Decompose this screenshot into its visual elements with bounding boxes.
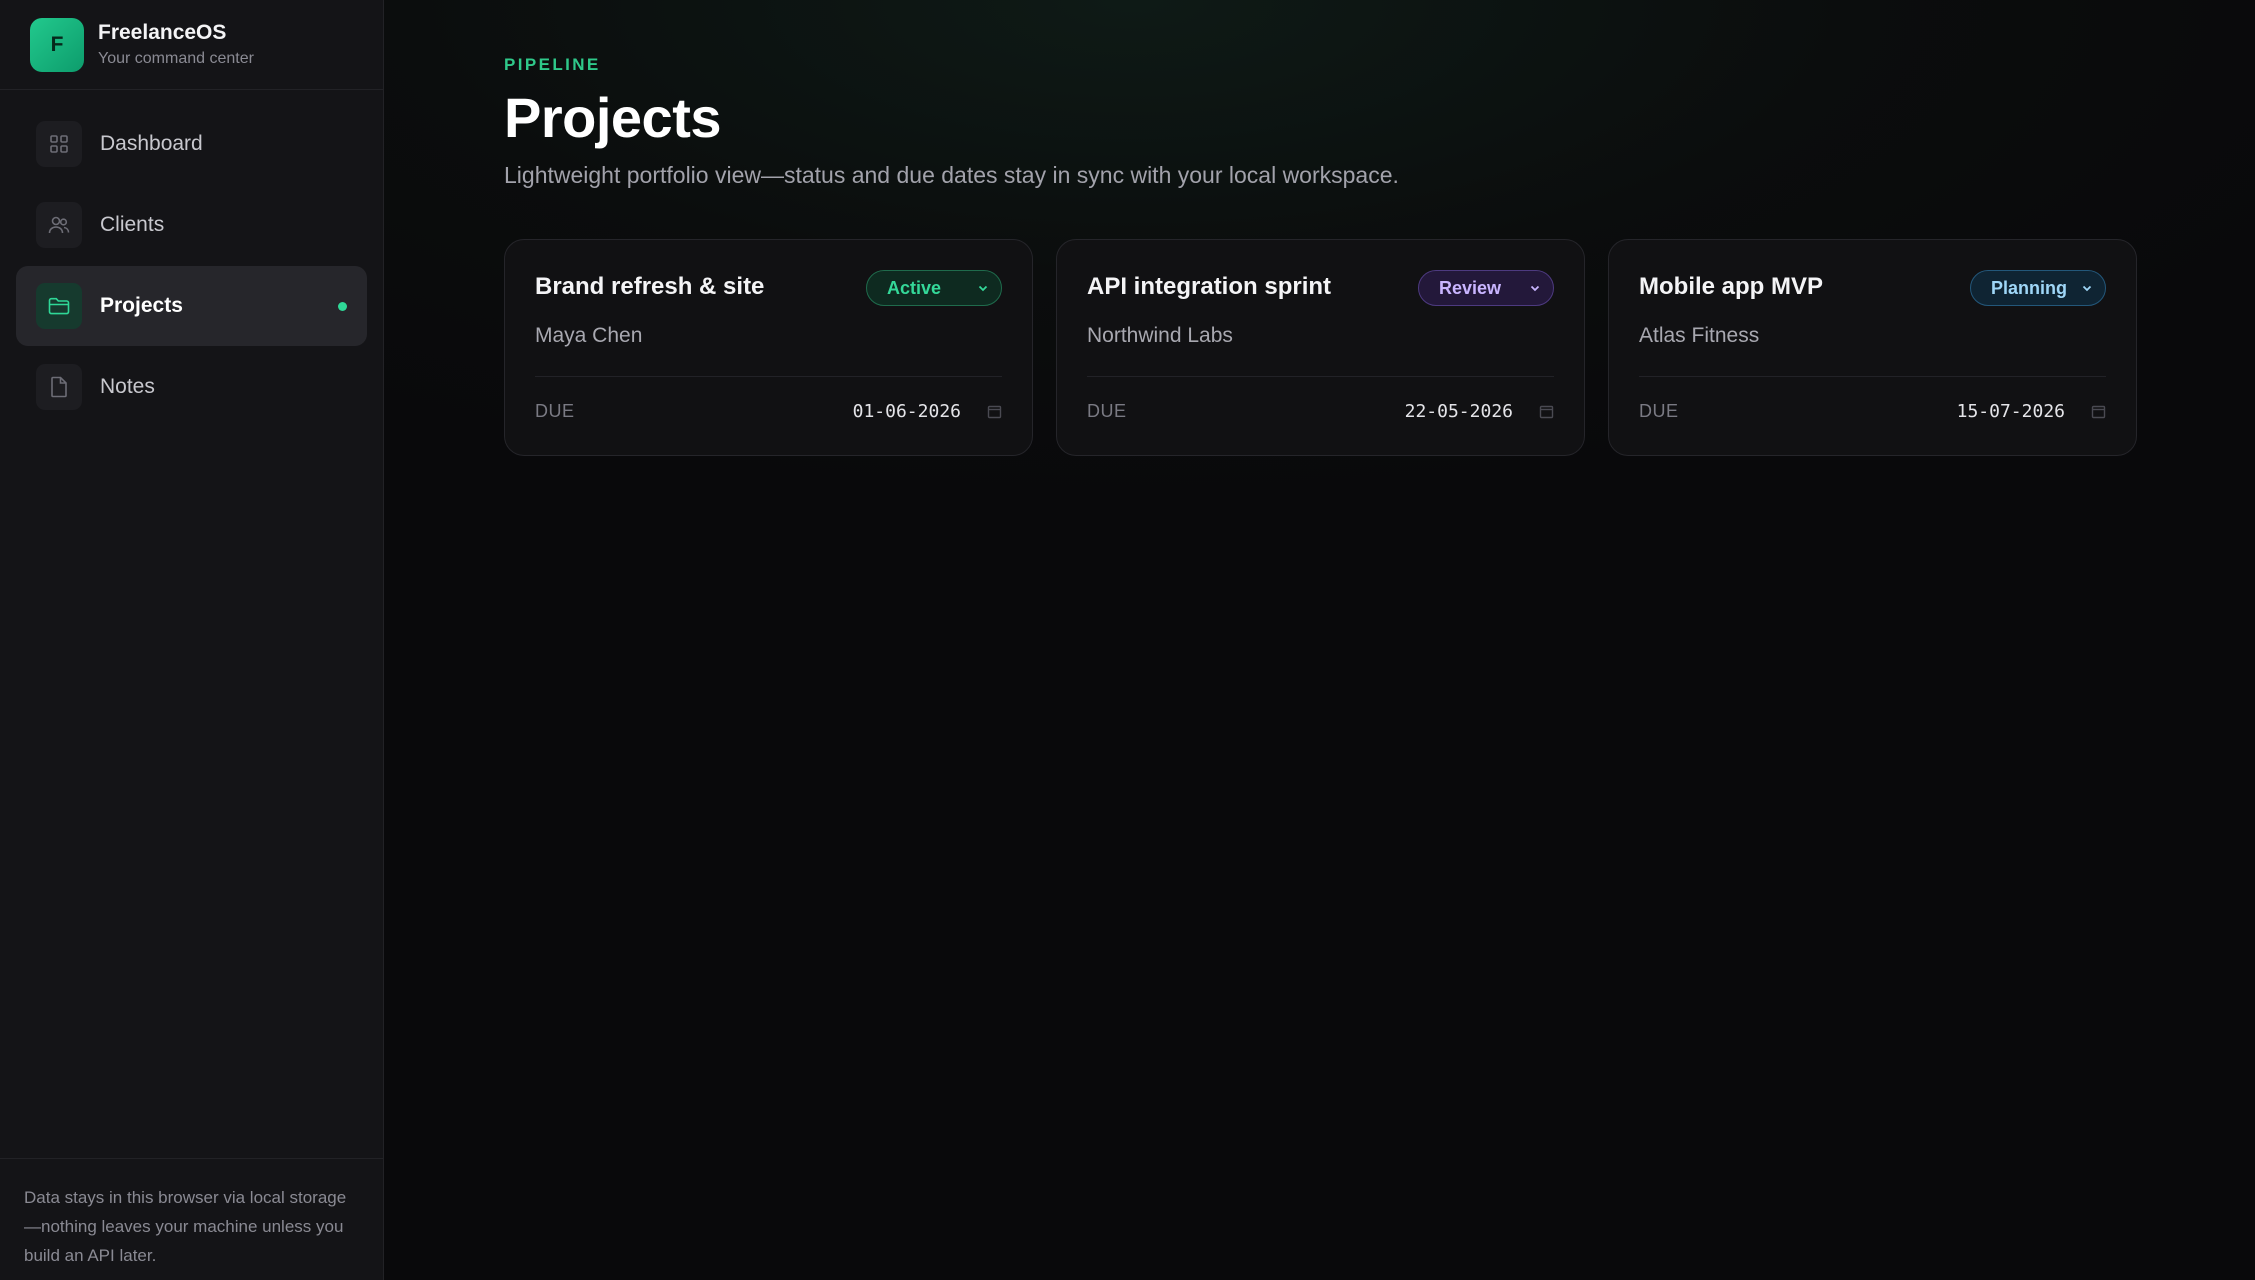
due-row: DUE 15-07-2026	[1639, 401, 2106, 422]
sidebar-item-notes[interactable]: Notes	[16, 347, 367, 427]
brand: F FreelanceOS Your command center	[0, 0, 383, 90]
card-divider	[535, 376, 1002, 377]
chevron-down-icon	[978, 285, 988, 292]
card-divider	[1639, 376, 2106, 377]
card-header: Brand refresh & site Active	[535, 270, 1002, 306]
status-select[interactable]: Review	[1418, 270, 1554, 306]
calendar-icon[interactable]	[2091, 404, 2106, 419]
status-value: Active	[887, 277, 942, 298]
sidebar-item-projects[interactable]: Projects	[16, 266, 367, 346]
brand-name: FreelanceOS	[98, 21, 227, 44]
card-header: API integration sprint Review	[1087, 270, 1554, 306]
sidebar-footer-note: Data stays in this browser via local sto…	[0, 1158, 383, 1280]
page-description: Lightweight portfolio view—status and du…	[504, 162, 1399, 188]
project-client: Atlas Fitness	[1639, 324, 1760, 347]
brand-logo: F	[30, 17, 84, 72]
due-label: DUE	[535, 401, 575, 421]
due-date-value: 22-05-2026	[1404, 401, 1513, 422]
users-icon	[36, 202, 82, 248]
project-cards: Brand refresh & site Active Maya Chen DU…	[504, 239, 2255, 456]
due-date-input[interactable]: 15-07-2026	[1957, 401, 2106, 422]
due-date-value: 01-06-2026	[852, 401, 961, 422]
project-title: Brand refresh & site	[535, 273, 765, 300]
sidebar-nav: Dashboard Clients Projects Notes	[0, 90, 383, 442]
chevron-down-icon	[2082, 285, 2092, 292]
app-root: F FreelanceOS Your command center Dashbo…	[0, 0, 2255, 1280]
card-header: Mobile app MVP Planning	[1639, 270, 2106, 306]
page-eyebrow: PIPELINE	[504, 55, 601, 74]
status-value: Planning	[1991, 277, 2067, 298]
card-divider	[1087, 376, 1554, 377]
calendar-icon[interactable]	[1539, 404, 1554, 419]
project-title: API integration sprint	[1087, 273, 1332, 300]
project-client: Maya Chen	[535, 324, 643, 347]
due-label: DUE	[1087, 401, 1127, 421]
project-card: API integration sprint Review Northwind …	[1056, 239, 1585, 456]
status-select[interactable]: Active	[866, 270, 1002, 306]
project-card: Brand refresh & site Active Maya Chen DU…	[504, 239, 1033, 456]
due-date-input[interactable]: 01-06-2026	[853, 401, 1002, 422]
grid-icon	[36, 121, 82, 167]
sidebar-item-label: Projects	[100, 294, 183, 317]
due-date-input[interactable]: 22-05-2026	[1405, 401, 1554, 422]
project-client: Northwind Labs	[1087, 324, 1233, 347]
page-title: Projects	[504, 86, 722, 149]
project-card: Mobile app MVP Planning Atlas Fitness DU…	[1608, 239, 2137, 456]
brand-text: FreelanceOS Your command center	[98, 21, 254, 68]
status-select[interactable]: Planning	[1970, 270, 2106, 306]
due-row: DUE 22-05-2026	[1087, 401, 1554, 422]
brand-tagline: Your command center	[98, 50, 254, 67]
due-row: DUE 01-06-2026	[535, 401, 1002, 422]
sidebar: F FreelanceOS Your command center Dashbo…	[0, 0, 384, 1280]
main-content: PIPELINE Projects Lightweight portfolio …	[384, 0, 2255, 1280]
sidebar-item-label: Clients	[100, 213, 165, 236]
sidebar-item-label: Dashboard	[100, 132, 203, 155]
active-indicator-dot	[338, 302, 347, 311]
status-value: Review	[1439, 277, 1502, 298]
sidebar-item-label: Notes	[100, 375, 155, 398]
calendar-icon[interactable]	[987, 404, 1002, 419]
sidebar-item-clients[interactable]: Clients	[16, 185, 367, 265]
file-icon	[36, 364, 82, 410]
due-date-value: 15-07-2026	[1956, 401, 2065, 422]
project-title: Mobile app MVP	[1639, 273, 1824, 300]
sidebar-item-dashboard[interactable]: Dashboard	[16, 104, 367, 184]
folder-icon	[36, 283, 82, 329]
chevron-down-icon	[1530, 285, 1540, 292]
due-label: DUE	[1639, 401, 1679, 421]
